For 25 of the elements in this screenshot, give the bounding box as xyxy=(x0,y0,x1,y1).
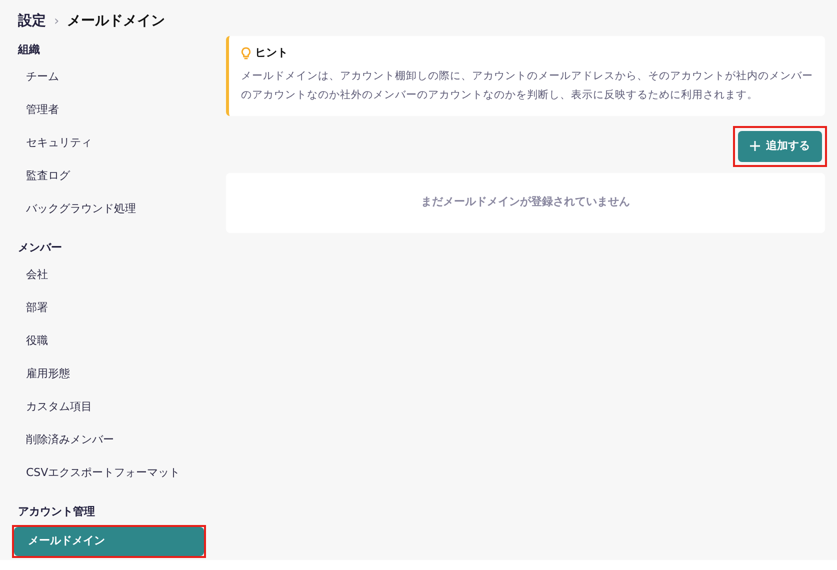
breadcrumb-link[interactable]: 設定 xyxy=(18,11,46,32)
lightbulb-icon xyxy=(241,46,251,60)
sidebar-item[interactable]: 削除済みメンバー xyxy=(12,426,206,455)
sidebar-item[interactable]: メールドメイン xyxy=(14,527,204,556)
section-header: 組織 xyxy=(16,42,41,58)
plus-icon xyxy=(750,141,760,151)
sidebar-item[interactable]: 役職 xyxy=(12,327,206,356)
sidebar-item[interactable]: 管理者 xyxy=(12,96,206,125)
section-header: メンバー xyxy=(17,240,63,256)
sidebar-item[interactable]: バックグラウンド処理 xyxy=(12,195,206,224)
sidebar-item[interactable]: チーム xyxy=(12,63,206,92)
sidebar-item[interactable]: 監査ログ xyxy=(12,162,206,191)
sidebar-item[interactable]: セキュリティ xyxy=(12,129,206,158)
hint-text: メールドメインは、アカウント棚卸しの際に、アカウントのメールアドレスから、そのアカウントが社内のメンバーのアカウントなのか社外のメンバーのアカウントなのかを判断し、表示に反映するために利用されます。 xyxy=(241,68,813,102)
empty-state-message: まだメールドメインが登録されていません xyxy=(421,194,630,210)
sidebar-item[interactable]: カスタム項目 xyxy=(12,393,206,422)
sidebar-item[interactable]: 会社 xyxy=(12,261,206,290)
section-header: アカウント管理 xyxy=(17,504,96,520)
add-button[interactable]: 追加する xyxy=(738,130,822,162)
sidebar-item[interactable]: CSVエクスポートフォーマット xyxy=(12,459,206,488)
breadcrumb-separator: › xyxy=(54,12,60,31)
sidebar-item[interactable]: 雇用形態 xyxy=(12,360,206,389)
page-title: メールドメイン xyxy=(67,12,166,31)
sidebar-item[interactable]: 部署 xyxy=(12,294,206,323)
hint-title: ヒント xyxy=(255,45,288,61)
